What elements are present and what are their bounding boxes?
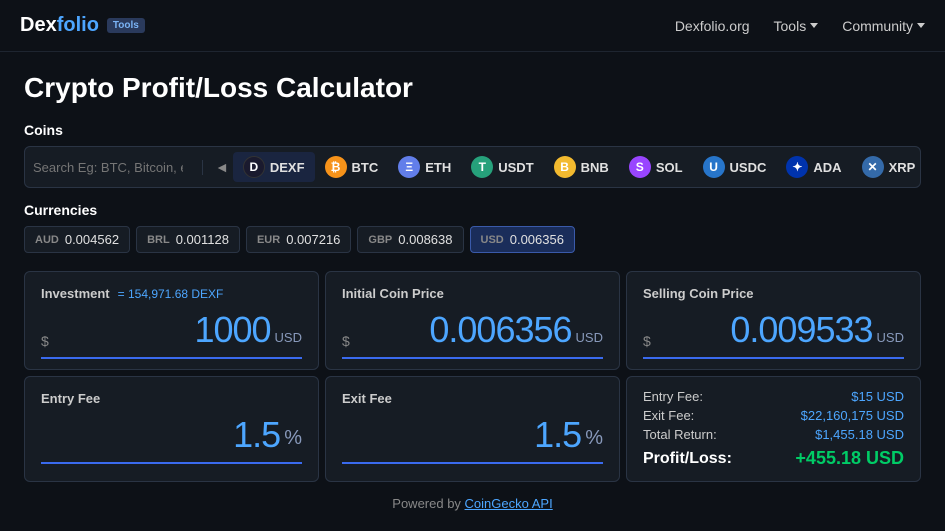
chevron-down-icon <box>917 23 925 28</box>
investment-card: Investment = 154,971.68 DEXF $ 1000 USD <box>24 271 319 370</box>
btc-label: BTC <box>352 160 379 175</box>
eth-icon: Ξ <box>398 156 420 178</box>
dexf-icon: D <box>243 156 265 178</box>
selling-price-value[interactable]: 0.009533 <box>655 309 873 351</box>
exit-fee-title: Exit Fee <box>342 391 603 406</box>
selling-price-dollar-sign: $ <box>643 333 651 349</box>
usdt-label: USDT <box>498 160 533 175</box>
btc-icon: ₿ <box>325 156 347 178</box>
ada-icon: ✦ <box>786 156 808 178</box>
coins-prev-arrow[interactable]: ◄ <box>211 159 233 175</box>
footer: Powered by CoinGecko API <box>24 496 921 511</box>
initial-price-unit: USD <box>576 330 603 345</box>
selling-price-unit: USD <box>877 330 904 345</box>
total-return-result-value: $1,455.18 USD <box>815 427 904 442</box>
exit-fee-result-row: Exit Fee: $22,160,175 USD <box>643 408 904 423</box>
coin-item-eth[interactable]: Ξ ETH <box>388 152 461 182</box>
profit-label: Profit/Loss: <box>643 450 732 468</box>
coin-item-sol[interactable]: S SOL <box>619 152 693 182</box>
logo: Dexfolio <box>20 14 99 37</box>
navbar-right: Dexfolio.org Tools Community <box>675 18 925 34</box>
coin-item-usdc[interactable]: U USDC <box>693 152 777 182</box>
currencies-section-label: Currencies <box>24 202 921 218</box>
currency-brl[interactable]: BRL 0.001128 <box>136 226 240 253</box>
investment-input-row: $ 1000 USD <box>41 309 302 359</box>
main-content: Crypto Profit/Loss Calculator Coins ◄ D … <box>0 52 945 531</box>
profit-value: +455.18 USD <box>795 448 904 469</box>
entry-fee-result-value: $15 USD <box>851 389 904 404</box>
eth-label: ETH <box>425 160 451 175</box>
profit-row: Profit/Loss: +455.18 USD <box>643 448 904 469</box>
bnb-icon: B <box>554 156 576 178</box>
initial-price-title: Initial Coin Price <box>342 286 603 301</box>
coins-row: ◄ D DEXF ₿ BTC Ξ ETH T USDT B BNB S SOL <box>24 146 921 188</box>
entry-fee-value[interactable]: 1.5 <box>41 414 280 456</box>
exit-fee-card: Exit Fee 1.5 % <box>325 376 620 482</box>
search-wrap <box>33 160 203 175</box>
page-title: Crypto Profit/Loss Calculator <box>24 72 921 104</box>
currency-eur[interactable]: EUR 0.007216 <box>246 226 351 253</box>
currencies-row: AUD 0.004562 BRL 0.001128 EUR 0.007216 G… <box>24 226 921 253</box>
entry-fee-card: Entry Fee 1.5 % <box>24 376 319 482</box>
coin-item-ada[interactable]: ✦ ADA <box>776 152 851 182</box>
sol-label: SOL <box>656 160 683 175</box>
nav-dexfolio-link[interactable]: Dexfolio.org <box>675 18 750 34</box>
coin-equiv: = 154,971.68 DEXF <box>118 287 224 301</box>
nav-community-link[interactable]: Community <box>842 18 925 34</box>
exit-fee-value[interactable]: 1.5 <box>342 414 581 456</box>
xrp-label: XRP <box>889 160 916 175</box>
selling-price-title: Selling Coin Price <box>643 286 904 301</box>
xrp-icon: ✕ <box>862 156 884 178</box>
initial-price-input-row: $ 0.006356 USD <box>342 309 603 359</box>
coin-item-xrp[interactable]: ✕ XRP <box>852 152 921 182</box>
selling-price-input-row: $ 0.009533 USD <box>643 309 904 359</box>
exit-fee-result-label: Exit Fee: <box>643 408 694 423</box>
navbar: Dexfolio Tools Dexfolio.org Tools Commun… <box>0 0 945 52</box>
usdc-label: USDC <box>730 160 767 175</box>
investment-value[interactable]: 1000 <box>53 309 271 351</box>
currency-aud[interactable]: AUD 0.004562 <box>24 226 130 253</box>
entry-fee-input-row: 1.5 % <box>41 414 302 464</box>
entry-fee-result-label: Entry Fee: <box>643 389 703 404</box>
bnb-label: BNB <box>581 160 609 175</box>
search-input[interactable] <box>33 160 183 175</box>
total-return-result-label: Total Return: <box>643 427 717 442</box>
initial-price-value[interactable]: 0.006356 <box>354 309 572 351</box>
usdt-icon: T <box>471 156 493 178</box>
selling-price-card: Selling Coin Price $ 0.009533 USD <box>626 271 921 370</box>
entry-fee-result-row: Entry Fee: $15 USD <box>643 389 904 404</box>
ada-label: ADA <box>813 160 841 175</box>
nav-tools-link[interactable]: Tools <box>774 18 819 34</box>
results-card: Entry Fee: $15 USD Exit Fee: $22,160,175… <box>626 376 921 482</box>
entry-fee-title: Entry Fee <box>41 391 302 406</box>
navbar-left: Dexfolio Tools <box>20 14 145 37</box>
chevron-down-icon <box>810 23 818 28</box>
tools-badge: Tools <box>107 18 145 33</box>
exit-fee-unit: % <box>585 427 603 450</box>
coingecko-link[interactable]: CoinGecko API <box>465 496 553 511</box>
coin-item-usdt[interactable]: T USDT <box>461 152 543 182</box>
usdc-icon: U <box>703 156 725 178</box>
initial-price-dollar-sign: $ <box>342 333 350 349</box>
sol-icon: S <box>629 156 651 178</box>
investment-unit: USD <box>275 330 302 345</box>
total-return-result-row: Total Return: $1,455.18 USD <box>643 427 904 442</box>
currency-usd[interactable]: USD 0.006356 <box>470 226 575 253</box>
investment-title: Investment = 154,971.68 DEXF <box>41 286 302 301</box>
coin-item-btc[interactable]: ₿ BTC <box>315 152 389 182</box>
currency-gbp[interactable]: GBP 0.008638 <box>357 226 463 253</box>
coin-item-bnb[interactable]: B BNB <box>544 152 619 182</box>
exit-fee-result-value: $22,160,175 USD <box>801 408 904 423</box>
exit-fee-input-row: 1.5 % <box>342 414 603 464</box>
calculator-grid: Investment = 154,971.68 DEXF $ 1000 USD … <box>24 271 921 482</box>
investment-dollar-sign: $ <box>41 333 49 349</box>
initial-price-card: Initial Coin Price $ 0.006356 USD <box>325 271 620 370</box>
coin-item-dexf[interactable]: D DEXF <box>233 152 315 182</box>
coins-section-label: Coins <box>24 122 921 138</box>
entry-fee-unit: % <box>284 427 302 450</box>
dexf-label: DEXF <box>270 160 305 175</box>
